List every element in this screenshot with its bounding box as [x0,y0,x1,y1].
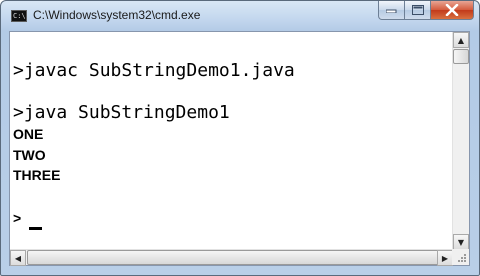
console-line: ONE [13,126,44,142]
minimize-icon [386,9,397,13]
scroll-left-button[interactable]: ◀ [10,250,26,266]
console-line: THREE [13,167,61,183]
vertical-scrollbar[interactable]: ▲ ▼ [452,32,469,250]
cmd-window: C:\ C:\Windows\system32\cmd.exe >javac S… [0,0,480,276]
text-cursor [29,227,42,230]
minimize-button[interactable] [378,1,405,20]
arrow-left-icon: ◀ [14,253,22,263]
horizontal-scrollbar[interactable]: ◀ ▶ [10,249,453,266]
console-line: TWO [13,147,46,163]
arrow-right-icon: ▶ [441,253,449,263]
console-output[interactable]: >javac SubStringDemo1.java >java SubStri… [10,32,453,250]
console-line: >java SubStringDemo1 [13,102,230,123]
cmd-app-icon[interactable]: C:\ [11,10,27,22]
horizontal-scroll-thumb[interactable] [27,250,452,265]
vertical-scroll-thumb[interactable] [453,49,469,64]
arrow-down-icon: ▼ [457,237,465,247]
close-icon [445,4,459,16]
maximize-button[interactable] [405,1,431,20]
console-area[interactable]: >javac SubStringDemo1.java >java SubStri… [9,31,470,266]
maximize-icon [411,5,424,15]
scroll-up-button[interactable]: ▲ [453,32,469,48]
console-prompt: > [13,210,22,226]
console-line: >javac SubStringDemo1.java [13,60,295,81]
arrow-up-icon: ▲ [457,35,465,45]
title-bar[interactable]: C:\ C:\Windows\system32\cmd.exe [1,1,479,31]
resize-grip[interactable] [452,249,469,265]
caption-buttons [378,1,474,21]
window-title: C:\Windows\system32\cmd.exe [33,8,201,22]
scroll-down-button[interactable]: ▼ [453,234,469,250]
scroll-right-button[interactable]: ▶ [437,250,453,266]
close-button[interactable] [431,1,474,20]
